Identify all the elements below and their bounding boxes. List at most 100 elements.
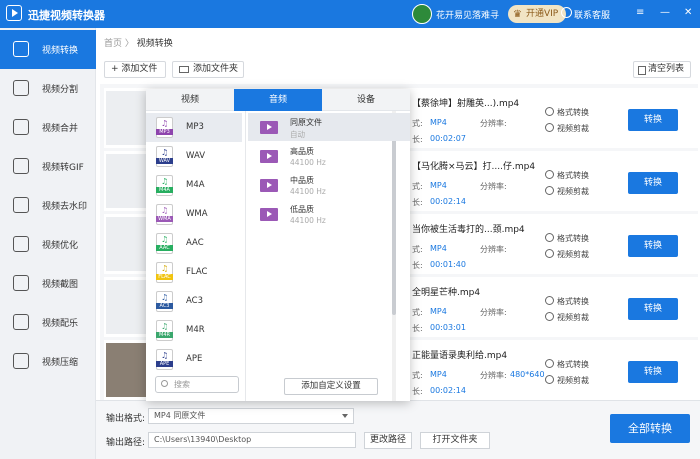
quality-item-low[interactable]: 低品质 44100 Hz [248, 200, 410, 228]
video-cut-link[interactable]: 视频剪裁 [545, 375, 589, 386]
headset-icon [561, 7, 572, 18]
watermark-icon [13, 197, 29, 213]
video-cut-link[interactable]: 视频剪裁 [545, 186, 589, 197]
clear-list-button[interactable]: 清空列表 [633, 61, 691, 78]
video-cut-link[interactable]: 视频剪裁 [545, 249, 589, 260]
format-item-flac[interactable]: ♫ FLAC FLAC [146, 258, 242, 287]
sidebar-item-label: 视频优化 [42, 241, 79, 251]
crown-icon: ♛ [513, 9, 522, 20]
convert-button[interactable]: 转换 [628, 235, 678, 257]
format-name: M4R [186, 325, 205, 335]
sidebar-item-label: 视频配乐 [42, 319, 79, 329]
split-icon [13, 80, 29, 96]
format-name: APE [186, 354, 203, 364]
audio-format-list: ♫ MP3 MP3 ♫ WAV WAV ♫ M4A M4A ♫ WMA WMA ♫ AAC… [146, 111, 246, 401]
music-icon [13, 314, 29, 330]
app-title: 迅捷视频转换器 [28, 9, 105, 22]
format-item-m4r[interactable]: ♫ M4R M4R [146, 316, 242, 345]
format-item-mp3[interactable]: ♫ MP3 MP3 [146, 113, 242, 142]
quality-sub: 44100 Hz [290, 187, 326, 196]
sidebar-item-video-gif[interactable]: 视频转GIF [0, 147, 96, 186]
open-folder-button[interactable]: 打开文件夹 [420, 432, 490, 449]
format-item-wav[interactable]: ♫ WAV WAV [146, 142, 242, 171]
output-format-label: 输出格式: [106, 414, 146, 424]
format-item-m4a[interactable]: ♫ M4A M4A [146, 171, 242, 200]
gear-icon [545, 107, 554, 116]
add-file-button[interactable]: + 添加文件 [104, 61, 166, 78]
format-search-input[interactable]: 搜索 [155, 376, 239, 393]
video-file-icon [260, 179, 278, 192]
duration-label: 长: [412, 387, 423, 396]
format-value: MP4 [430, 307, 447, 316]
format-item-aac[interactable]: ♫ AAC AAC [146, 229, 242, 258]
sidebar-item-remove-watermark[interactable]: 视频去水印 [0, 186, 96, 225]
change-path-button[interactable]: 更改路径 [364, 432, 412, 449]
close-icon[interactable]: ✕ [684, 7, 692, 18]
title-bar: 迅捷视频转换器 花开易见落难寻 ♛ 开通VIP 联系客服 ≡ — ✕ [0, 0, 700, 28]
tab-device[interactable]: 设备 [322, 89, 410, 111]
output-path-label: 输出路径: [106, 438, 146, 448]
convert-button[interactable]: 转换 [628, 172, 678, 194]
sidebar-item-video-screenshot[interactable]: 视频截图 [0, 264, 96, 303]
sidebar-item-video-split[interactable]: 视频分割 [0, 69, 96, 108]
format-value: MP4 [430, 181, 447, 190]
format-label: 式: [412, 371, 423, 380]
convert-button[interactable]: 转换 [628, 361, 678, 383]
ape-file-icon: ♫ APE [156, 349, 173, 370]
m4r-file-icon: ♫ M4R [156, 320, 173, 341]
username[interactable]: 花开易见落难寻 [436, 8, 499, 21]
quality-name: 同原文件 [290, 118, 322, 127]
avatar[interactable] [412, 4, 432, 24]
format-name: MP3 [186, 122, 204, 132]
quality-item-original[interactable]: 同原文件 自动 [248, 113, 410, 141]
duration-value: 00:02:14 [430, 197, 466, 206]
add-folder-button[interactable]: 添加文件夹 [172, 61, 244, 78]
tab-audio[interactable]: 音频 [234, 89, 322, 111]
file-name: 【蔡徐坤】射雕英...).mp4 [412, 99, 520, 109]
menu-icon[interactable]: ≡ [636, 7, 644, 18]
sidebar-item-video-convert[interactable]: 视频转换 [0, 30, 96, 69]
format-item-ape[interactable]: ♫ APE APE [146, 345, 242, 374]
add-custom-settings-button[interactable]: 添加自定义设置 [284, 378, 378, 395]
convert-button[interactable]: 转换 [628, 109, 678, 131]
wma-file-icon: ♫ WMA [156, 204, 173, 225]
quality-item-high[interactable]: 高品质 44100 Hz [248, 142, 410, 170]
sidebar-item-video-music[interactable]: 视频配乐 [0, 303, 96, 342]
sidebar-item-video-merge[interactable]: 视频合并 [0, 108, 96, 147]
mp3-file-icon: ♫ MP3 [156, 117, 173, 138]
resolution-label: 分辨率: [480, 245, 507, 254]
video-cut-link[interactable]: 视频剪裁 [545, 123, 589, 134]
minimize-icon[interactable]: — [660, 7, 670, 18]
format-convert-link[interactable]: 格式转换 [545, 170, 589, 181]
output-format-select[interactable]: MP4 同原文件 [148, 408, 354, 424]
format-convert-link[interactable]: 格式转换 [545, 107, 589, 118]
sidebar-item-video-optimize[interactable]: 视频优化 [0, 225, 96, 264]
gif-icon [13, 158, 29, 174]
ac3-file-icon: ♫ AC3 [156, 291, 173, 312]
video-cut-link[interactable]: 视频剪裁 [545, 312, 589, 323]
format-value: MP4 [430, 370, 447, 379]
breadcrumb-home[interactable]: 首页 [104, 39, 122, 49]
convert-all-button[interactable]: 全部转换 [610, 414, 690, 443]
sidebar: 视频转换 视频分割 视频合并 视频转GIF 视频去水印 视频优化 视频截图 视频… [0, 28, 96, 459]
merge-icon [13, 119, 29, 135]
format-item-wma[interactable]: ♫ WMA WMA [146, 200, 242, 229]
file-name: 当你被生活毒打的...颈.mp4 [412, 225, 525, 235]
sidebar-item-video-compress[interactable]: 视频压缩 [0, 342, 96, 381]
output-path-field[interactable]: C:\Users\13940\Desktop [148, 432, 356, 448]
format-convert-label: 格式转换 [557, 297, 589, 306]
vip-button[interactable]: ♛ 开通VIP [508, 5, 566, 23]
scissors-icon [545, 249, 554, 258]
format-name: WMA [186, 209, 208, 219]
quality-item-medium[interactable]: 中品质 44100 Hz [248, 171, 410, 199]
tab-video[interactable]: 视频 [146, 89, 234, 111]
format-item-ac3[interactable]: ♫ AC3 AC3 [146, 287, 242, 316]
format-convert-link[interactable]: 格式转换 [545, 233, 589, 244]
search-icon [161, 380, 168, 387]
format-convert-link[interactable]: 格式转换 [545, 359, 589, 370]
format-convert-link[interactable]: 格式转换 [545, 296, 589, 307]
contact-service-button[interactable]: 联系客服 [561, 7, 610, 21]
quality-sub: 44100 Hz [290, 158, 326, 167]
convert-button[interactable]: 转换 [628, 298, 678, 320]
m4a-file-icon: ♫ M4A [156, 175, 173, 196]
